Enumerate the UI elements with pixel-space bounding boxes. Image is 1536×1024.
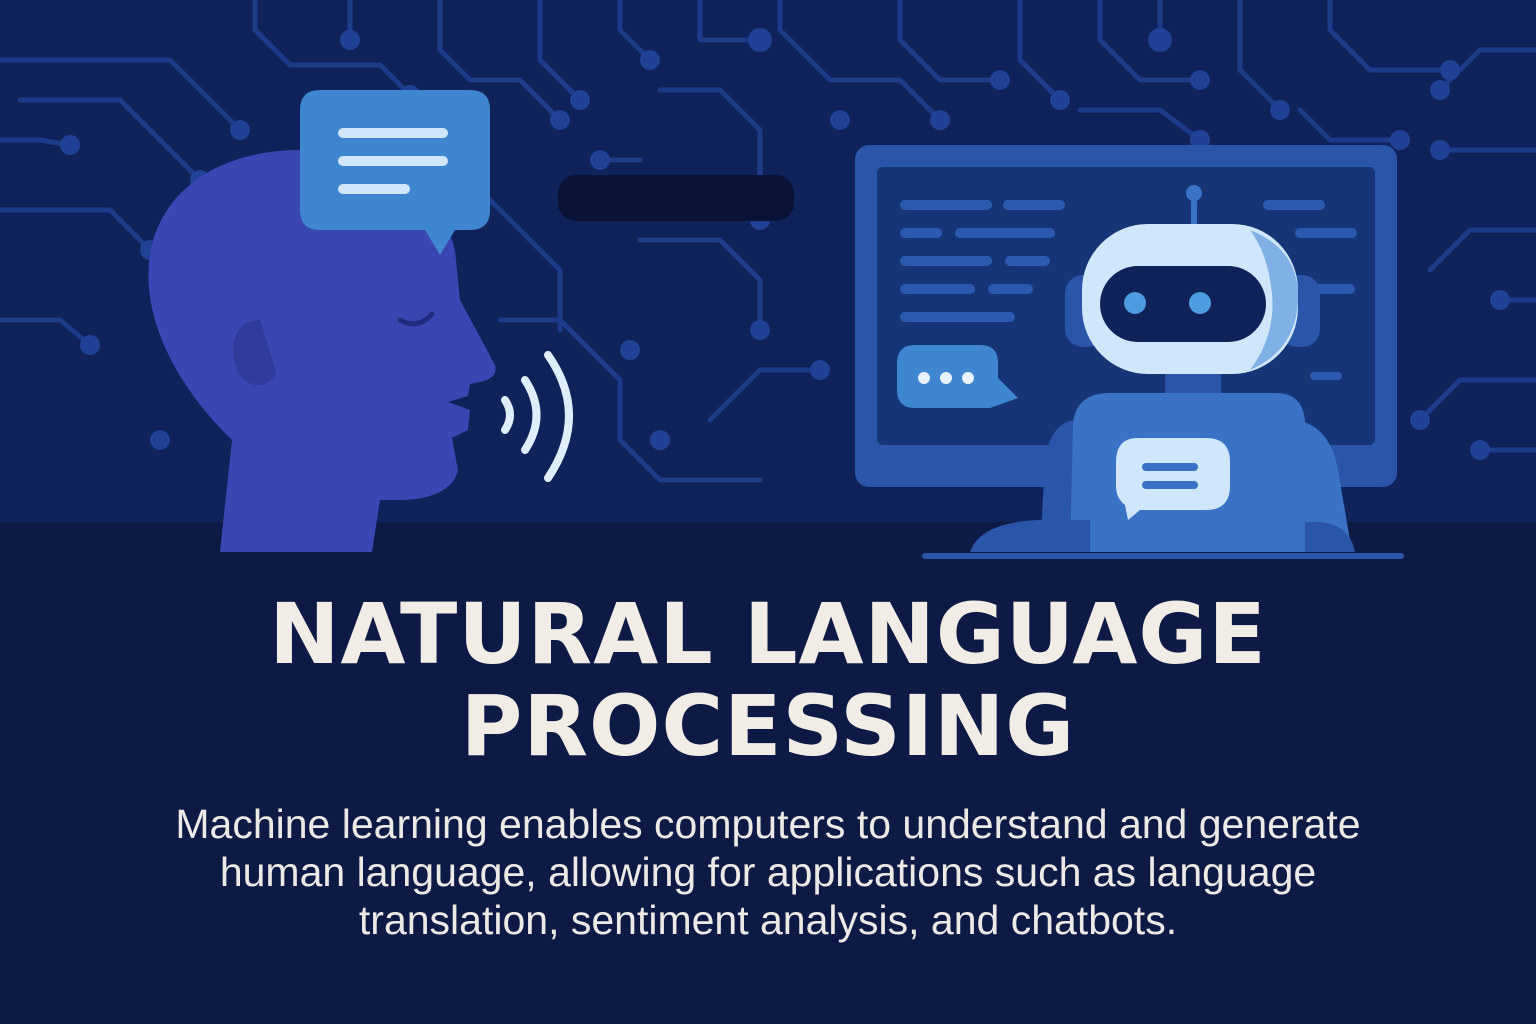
description-line-1: Machine learning enables computers to un… bbox=[175, 801, 1361, 847]
page-title: NATURAL LANGUAGE PROCESSING bbox=[0, 588, 1536, 772]
description: Machine learning enables computers to un… bbox=[0, 800, 1536, 944]
description-line-3: translation, sentiment analysis, and cha… bbox=[358, 897, 1178, 943]
title-line-2: PROCESSING bbox=[460, 677, 1076, 775]
dark-bar bbox=[558, 175, 794, 221]
description-line-2: human language, allowing for application… bbox=[219, 849, 1317, 895]
title-line-1: NATURAL LANGUAGE bbox=[269, 585, 1267, 683]
nlp-poster: NATURAL LANGUAGE PROCESSING Machine lear… bbox=[0, 0, 1536, 1024]
